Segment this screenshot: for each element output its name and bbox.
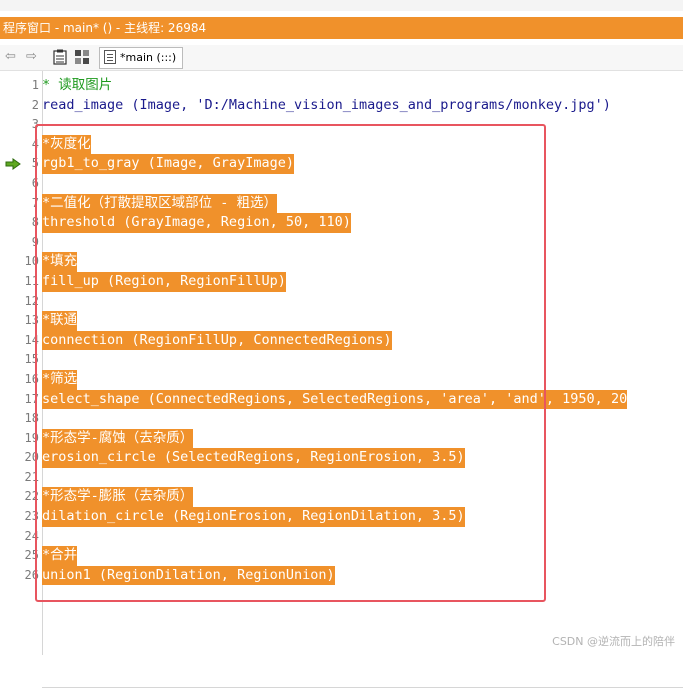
line-number: 2 bbox=[31, 97, 39, 112]
code-line[interactable]: 17 select_shape (ConnectedRegions, Select… bbox=[0, 389, 683, 410]
comment-text: *联通 bbox=[42, 311, 78, 331]
code-line[interactable]: 10 *填充 bbox=[0, 252, 683, 272]
code-text: connection (RegionFillUp, ConnectedRegio… bbox=[42, 330, 392, 351]
line-number: 15 bbox=[24, 352, 39, 367]
code-line[interactable]: 21 bbox=[0, 468, 683, 488]
line-number: 25 bbox=[24, 548, 39, 563]
comment-text: *形态学-膨胀（去杂质） bbox=[42, 487, 194, 508]
code-line[interactable]: 2 read_image (Image, 'D:/Machine_vision_i… bbox=[0, 96, 683, 116]
code-editor[interactable]: 1 * 读取图片 2 read_image (Image, 'D:/Machine_v… bbox=[0, 71, 683, 688]
comment-text: *填充 bbox=[42, 252, 78, 272]
code-text: erosion_circle (SelectedRegions, RegionE… bbox=[42, 448, 465, 468]
code-text: read_image (Image, 'D:/Machine_vision_im… bbox=[42, 96, 611, 113]
line-number: 8 bbox=[31, 215, 39, 230]
line-number: 11 bbox=[24, 273, 39, 288]
line-number: 26 bbox=[24, 567, 39, 582]
window-title-bar[interactable]: 程序窗口 - main* () - 主线程: 26984 bbox=[0, 17, 683, 39]
watermark: CSDN @逆流而上的陪伴 bbox=[552, 635, 675, 648]
line-number: 10 bbox=[24, 254, 39, 269]
code-line[interactable]: 11 fill_up (Region, RegionFillUp) bbox=[0, 271, 683, 292]
current-line-arrow-icon bbox=[5, 158, 21, 171]
line-number: 24 bbox=[24, 528, 39, 543]
line-number: 14 bbox=[24, 332, 39, 347]
top-strip bbox=[0, 0, 683, 11]
comment-text: *形态学-腐蚀（去杂质） bbox=[42, 428, 194, 449]
procedure-document-icon bbox=[104, 50, 116, 64]
line-number: 18 bbox=[24, 411, 39, 426]
window-title: 程序窗口 - main* () - 主线程: 26984 bbox=[3, 21, 207, 35]
code-lines: 1 * 读取图片 2 read_image (Image, 'D:/Machine_v… bbox=[0, 76, 683, 586]
code-line[interactable]: 8 threshold (GrayImage, Region, 50, 110) bbox=[0, 213, 683, 233]
grid-view-icon[interactable] bbox=[73, 48, 91, 66]
code-line[interactable]: 14 connection (RegionFillUp, ConnectedReg… bbox=[0, 330, 683, 351]
code-text: dilation_circle (RegionErosion, RegionDi… bbox=[42, 507, 465, 527]
code-line[interactable]: 13 *联通 bbox=[0, 311, 683, 331]
code-line[interactable]: 15 bbox=[0, 350, 683, 370]
line-number: 23 bbox=[24, 509, 39, 524]
code-line[interactable]: 7 *二值化（打散提取区域部位 - 粗选） bbox=[0, 193, 683, 214]
comment-text: *二值化（打散提取区域部位 - 粗选） bbox=[42, 193, 278, 214]
line-number: 9 bbox=[31, 234, 39, 249]
line-number: 3 bbox=[31, 117, 39, 132]
code-line[interactable]: 9 bbox=[0, 233, 683, 253]
comment-text: * 读取图片 bbox=[42, 77, 113, 93]
procedure-tab-label: *main (:::) bbox=[120, 51, 177, 64]
code-line[interactable]: 16 *筛选 bbox=[0, 369, 683, 390]
line-number: 21 bbox=[24, 469, 39, 484]
line-number: 6 bbox=[31, 175, 39, 190]
procedure-tab-main[interactable]: *main (:::) bbox=[99, 47, 184, 69]
line-number: 22 bbox=[24, 489, 39, 504]
forward-arrow-icon[interactable]: ⇨ bbox=[26, 49, 37, 65]
code-text: fill_up (Region, RegionFillUp) bbox=[42, 271, 286, 292]
code-line[interactable]: 6 bbox=[0, 174, 683, 194]
code-line[interactable]: 12 bbox=[0, 292, 683, 312]
comment-text: *合并 bbox=[42, 546, 78, 566]
code-line[interactable]: 18 bbox=[0, 409, 683, 429]
comment-text: *灰度化 bbox=[42, 134, 91, 155]
line-number: 7 bbox=[31, 195, 39, 210]
program-window-toolbar: ⇦ ⇨ *main (:::) bbox=[0, 45, 683, 71]
code-line[interactable]: 23 dilation_circle (RegionErosion, Region… bbox=[0, 507, 683, 527]
comment-text: *筛选 bbox=[42, 369, 78, 390]
code-line[interactable]: 1 * 读取图片 bbox=[0, 76, 683, 96]
code-text: union1 (RegionDilation, RegionUnion) bbox=[42, 565, 335, 586]
code-line[interactable]: 26 union1 (RegionDilation, RegionUnion) bbox=[0, 565, 683, 586]
code-line[interactable]: 25 *合并 bbox=[0, 546, 683, 566]
code-text: select_shape (ConnectedRegions, Selected… bbox=[42, 389, 628, 410]
code-text: rgb1_to_gray (Image, GrayImage) bbox=[42, 154, 294, 174]
line-number: 20 bbox=[24, 450, 39, 465]
line-number: 1 bbox=[31, 78, 39, 92]
code-line[interactable]: 20 erosion_circle (SelectedRegions, Regio… bbox=[0, 448, 683, 468]
clipboard-icon[interactable] bbox=[51, 48, 69, 66]
code-line[interactable]: 19 *形态学-腐蚀（去杂质） bbox=[0, 428, 683, 449]
code-line[interactable]: 22 *形态学-膨胀（去杂质） bbox=[0, 487, 683, 508]
code-line[interactable]: 5 rgb1_to_gray (Image, GrayImage) bbox=[0, 154, 683, 174]
line-number: 13 bbox=[24, 313, 39, 328]
line-number: 4 bbox=[31, 136, 39, 151]
line-number: 12 bbox=[24, 293, 39, 308]
code-line[interactable]: 3 bbox=[0, 115, 683, 135]
code-line[interactable]: 24 bbox=[0, 527, 683, 547]
line-number: 17 bbox=[24, 391, 39, 406]
code-text: threshold (GrayImage, Region, 50, 110) bbox=[42, 213, 351, 233]
back-arrow-icon[interactable]: ⇦ bbox=[5, 49, 16, 65]
code-line[interactable]: 4 *灰度化 bbox=[0, 134, 683, 155]
line-number: 19 bbox=[24, 430, 39, 445]
line-number: 16 bbox=[24, 371, 39, 386]
